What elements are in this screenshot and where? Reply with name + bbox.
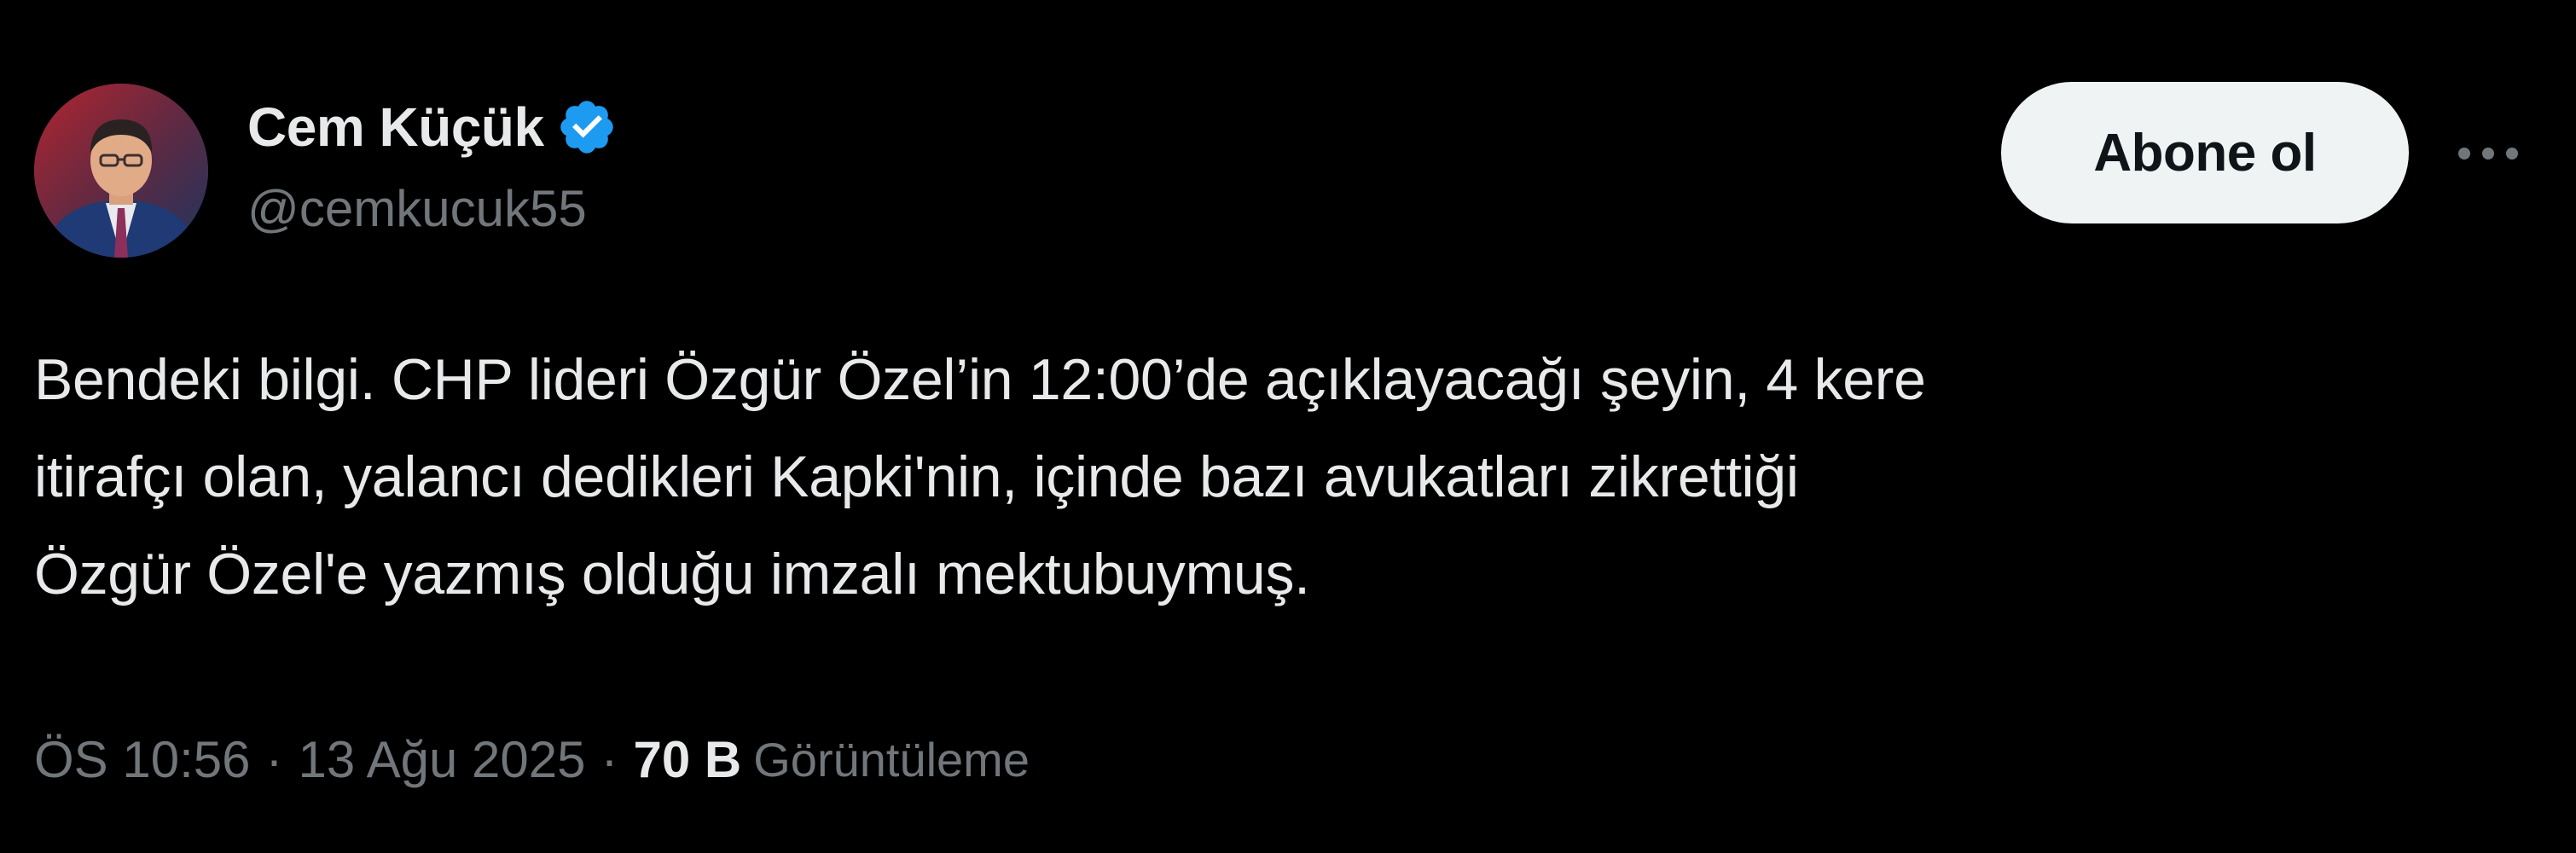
tweet-time[interactable]: ÖS 10:56 (34, 730, 251, 789)
author-display-name[interactable]: Cem Küçük (247, 96, 544, 159)
tweet-text-line: Bendeki bilgi. CHP lideri Özgür Özel’in … (34, 347, 1926, 412)
author-handle[interactable]: @cemkucuk55 (247, 179, 587, 238)
more-options-button[interactable] (2450, 128, 2527, 179)
tweet-meta: ÖS 10:56 · 13 Ağu 2025 · 70 B Görüntülem… (34, 725, 1030, 793)
views-count[interactable]: 70 B (634, 730, 742, 789)
avatar-image (34, 84, 208, 258)
avatar[interactable] (34, 84, 208, 258)
tweet-text: Bendeki bilgi. CHP lideri Özgür Özel’in … (34, 331, 2542, 623)
tweet-text-line: Özgür Özel'e yazmış olduğu imzalı mektub… (34, 542, 1310, 606)
tweet-text-line: itirafçı olan, yalancı dedikleri Kapki'n… (34, 444, 1799, 509)
meta-separator: · (600, 730, 618, 788)
tweet-date[interactable]: 13 Ağu 2025 (299, 730, 586, 789)
more-horizontal-icon (2458, 148, 2518, 160)
author-name-row: Cem Küçük (247, 89, 618, 165)
tweet-card: Cem Küçük @cemkucuk55 Abone ol Bendeki b… (0, 0, 2576, 853)
views-label: Görüntüleme (753, 732, 1030, 786)
follow-button[interactable]: Abone ol (2001, 82, 2409, 223)
meta-separator: · (265, 730, 283, 788)
verified-badge-icon[interactable] (556, 96, 618, 158)
